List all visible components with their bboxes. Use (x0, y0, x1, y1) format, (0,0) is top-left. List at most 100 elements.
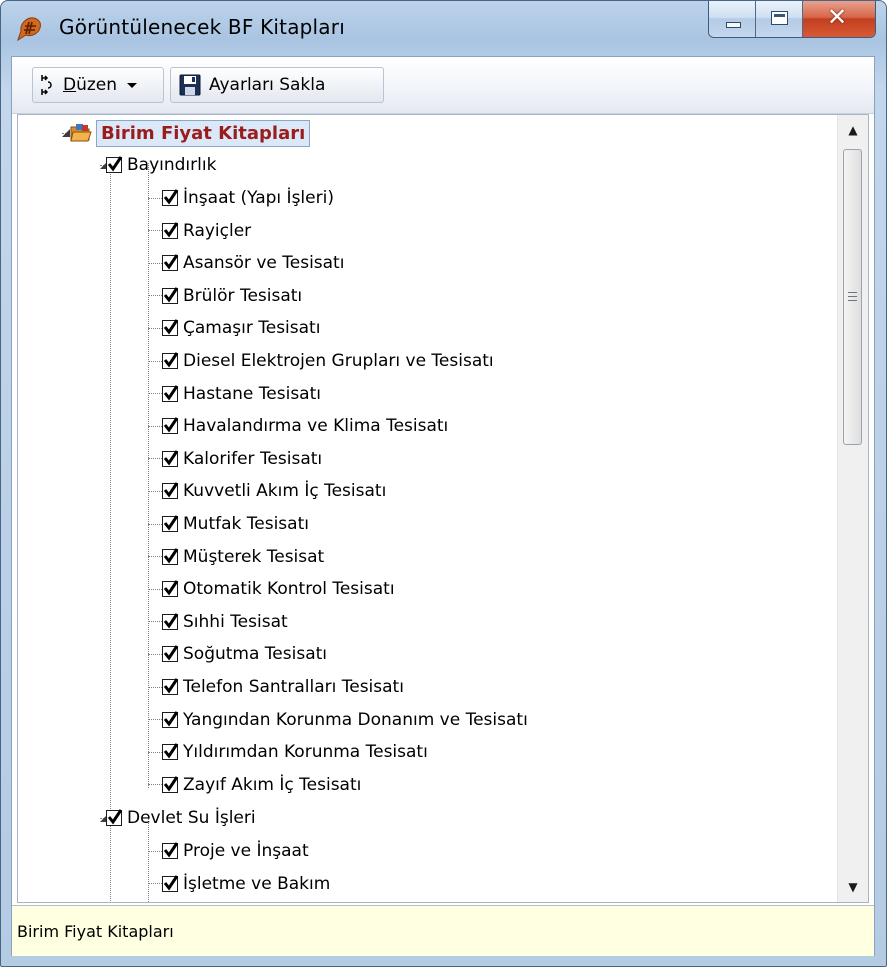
tree-item-label: Telefon Santralları Tesisatı (183, 677, 404, 697)
checkbox[interactable] (162, 515, 179, 532)
tree-group-node[interactable]: Bayındırlık (100, 149, 216, 181)
checkbox[interactable] (162, 189, 179, 206)
tree-view[interactable]: Birim Fiyat Kitapları Bayındırlık İnşaat… (17, 114, 869, 903)
close-button[interactable]: ✕ (803, 1, 875, 37)
checkbox[interactable] (162, 547, 179, 565)
tree-item-node[interactable]: Otomatik Kontrol Tesisatı (148, 573, 395, 605)
tree-item-label: Soğutma Tesisatı (183, 644, 328, 665)
tree-item-node[interactable]: Diesel Elektrojen Grupları ve Tesisatı (148, 345, 494, 377)
tree-connector (148, 556, 162, 558)
tree-item-label: Rayiçler (183, 220, 252, 241)
checkbox[interactable] (162, 743, 179, 761)
tree-connector (148, 197, 162, 199)
tree-group-node[interactable]: Devlet Su İşleri (100, 802, 256, 834)
checkbox[interactable] (106, 809, 123, 826)
grip-line (848, 300, 857, 301)
tree-item-node[interactable]: Rayiçler (148, 215, 251, 247)
tree-connector (148, 490, 162, 492)
tree-item-label: Zayıf Akım İç Tesisatı (183, 774, 362, 795)
tree-root-node[interactable]: Birim Fiyat Kitapları (62, 117, 311, 149)
tree-connector (148, 230, 162, 232)
tree-connector (148, 458, 162, 460)
tree-connector (148, 621, 162, 623)
checkbox[interactable] (162, 580, 179, 598)
scroll-up-arrow-icon[interactable]: ▲ (838, 115, 868, 145)
tree-connector (148, 523, 162, 525)
tree-item-node[interactable]: İşletme ve Bakım (148, 868, 330, 900)
tree-item-label: Hastane Tesisatı (183, 383, 321, 404)
tree-item-node[interactable]: Asansör ve Tesisatı (148, 247, 344, 279)
tree-item-node[interactable]: Kalorifer Tesisatı (148, 443, 322, 475)
tree-item-node[interactable]: Zayıf Akım İç Tesisatı (148, 769, 361, 801)
checkbox[interactable] (162, 449, 179, 467)
tree-item-node[interactable]: Müşterek Tesisat (148, 541, 324, 573)
tree-item-node[interactable]: Yangından Korunma Donanım ve Tesisatı (148, 704, 528, 736)
tree-item-label: Kuvvetli Akım İç Tesisatı (183, 481, 387, 502)
checkbox[interactable] (162, 482, 179, 500)
tree-item-node[interactable]: Mutfak Tesisatı (148, 508, 309, 540)
title-bar[interactable]: Görüntülenecek BF Kitapları ✕ (1, 1, 886, 56)
vertical-scrollbar[interactable]: ▲ ▼ (837, 115, 868, 902)
checkbox[interactable] (162, 254, 179, 272)
tree-item-node[interactable]: Hastane Tesisatı (148, 378, 321, 410)
save-settings-label: Ayarları Sakla (209, 75, 326, 95)
tree-item-node[interactable]: Soğutma Tesisatı (148, 638, 327, 670)
grip-line (848, 296, 857, 297)
tree-connector (148, 262, 162, 264)
edit-menu-button[interactable]: Düzen (32, 67, 164, 103)
checkbox[interactable] (162, 384, 179, 402)
maximize-button[interactable] (756, 1, 803, 37)
minimize-button[interactable] (709, 1, 756, 37)
tree-guide-line (110, 165, 111, 902)
tree-item-label: Yıldırımdan Korunma Tesisatı (183, 742, 428, 763)
checkbox[interactable] (162, 319, 179, 337)
checkbox[interactable] (162, 710, 179, 728)
tree-item-node[interactable]: Proje ve İnşaat (148, 835, 309, 867)
tree-item-node[interactable]: Jeoteknik Hizmetler (148, 900, 349, 902)
tree-content: Birim Fiyat Kitapları Bayındırlık İnşaat… (18, 115, 838, 902)
tree-item-node[interactable]: Telefon Santralları Tesisatı (148, 671, 404, 703)
scrollbar-thumb[interactable] (843, 149, 862, 445)
tree-group-label: Devlet Su İşleri (127, 808, 256, 828)
tree-item-node[interactable]: Kuvvetli Akım İç Tesisatı (148, 475, 386, 507)
app-window: Görüntülenecek BF Kitapları ✕ Düzen Ayar… (0, 0, 887, 967)
checkbox[interactable] (162, 645, 179, 663)
checkbox[interactable] (162, 874, 179, 892)
checkbox[interactable] (106, 156, 123, 173)
checkbox[interactable] (162, 612, 179, 630)
toolbar: Düzen Ayarları Sakla (12, 57, 874, 114)
tree-item-label: İşletme ve Bakım (183, 873, 331, 894)
tree-connector (148, 784, 162, 786)
tree-item-node[interactable]: Çamaşır Tesisatı (148, 312, 320, 344)
checkbox[interactable] (162, 221, 179, 239)
collapse-icon[interactable] (62, 129, 70, 137)
tree-group-label: Bayındırlık (127, 155, 217, 175)
tree-item-node[interactable]: Havalandırma ve Klima Tesisatı (148, 410, 448, 442)
tree-connector (148, 653, 162, 655)
tree-connector (148, 883, 162, 885)
tree-item-node[interactable]: İnşaat (Yapı İşleri) (148, 182, 334, 214)
tree-item-node[interactable]: Yıldırımdan Korunma Tesisatı (148, 736, 428, 768)
folder-open-icon (70, 124, 92, 142)
checkbox[interactable] (162, 842, 179, 859)
tree-item-label: Çamaşır Tesisatı (183, 318, 321, 339)
checkbox[interactable] (162, 678, 179, 695)
tree-connector (148, 588, 162, 590)
tree-connector (148, 719, 162, 721)
tree-item-label: Asansör ve Tesisatı (183, 253, 345, 274)
checkbox[interactable] (162, 352, 179, 369)
checkbox[interactable] (162, 775, 179, 793)
tree-root-label: Birim Fiyat Kitapları (96, 119, 311, 147)
checkbox[interactable] (162, 286, 179, 304)
arrows-icon (41, 75, 52, 95)
tree-item-node[interactable]: Sıhhi Tesisat (148, 606, 288, 638)
checkbox[interactable] (162, 417, 179, 435)
tree-item-label: Müşterek Tesisat (183, 546, 325, 567)
tree-connector (148, 686, 162, 688)
save-settings-button[interactable]: Ayarları Sakla (170, 67, 384, 103)
tree-item-node[interactable]: Brülör Tesisatı (148, 280, 302, 312)
tree-connector (148, 295, 162, 297)
scroll-down-arrow-icon[interactable]: ▼ (838, 872, 868, 902)
tree-item-label: Sıhhi Tesisat (183, 611, 288, 632)
tree-connector (148, 425, 162, 427)
